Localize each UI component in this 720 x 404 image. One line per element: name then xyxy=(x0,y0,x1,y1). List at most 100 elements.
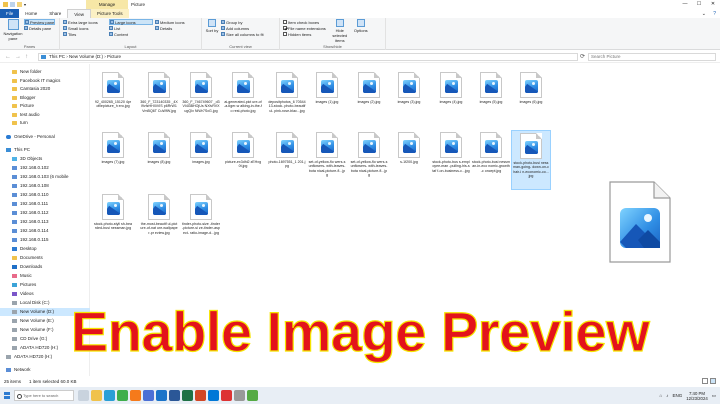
file-item[interactable]: images (2).jpg xyxy=(349,70,389,130)
file-item[interactable]: images (5).jpg xyxy=(471,70,511,130)
nav-item[interactable]: Camtasia 2020 xyxy=(0,85,90,93)
nav-item[interactable]: 3D Objects xyxy=(0,155,90,163)
tab-file[interactable]: File xyxy=(0,9,20,18)
expand-ribbon-icon[interactable]: ⌄ xyxy=(702,11,706,17)
file-item[interactable]: images (1).jpg xyxy=(307,70,347,130)
word-icon[interactable] xyxy=(169,390,180,401)
layout-details[interactable]: Details xyxy=(155,25,199,31)
file-item[interactable]: depositphotos_6 7054413-stock- photo-bea… xyxy=(267,70,307,130)
nav-item[interactable]: 192.168.0.112 xyxy=(0,209,90,217)
hidden-items-toggle[interactable]: Hidden items xyxy=(283,31,326,37)
file-item[interactable]: the-most-beautif ul-picture-of-nat ure-w… xyxy=(139,192,179,252)
volume-icon[interactable]: ♪ xyxy=(666,393,668,398)
file-item[interactable]: stock-photo-styli sh-bearded-busi nessma… xyxy=(93,192,133,252)
size-all-columns-button[interactable]: Size all columns to fit xyxy=(221,31,264,37)
nav-item[interactable]: Facebook IT magics xyxy=(0,77,90,85)
nav-item[interactable]: 192.168.0.108 xyxy=(0,182,90,190)
notifications-icon[interactable]: ▭ xyxy=(712,393,716,399)
nav-item[interactable]: Blogger xyxy=(0,94,90,102)
layout-tiles[interactable]: Tiles xyxy=(63,31,107,37)
file-item[interactable]: set-of-yellow-flo wers-sunflowers- with-… xyxy=(307,130,347,190)
nav-item[interactable]: 192.168.0.113 xyxy=(0,218,90,226)
app-icon[interactable] xyxy=(234,390,245,401)
nav-item[interactable]: Downloads xyxy=(0,263,90,271)
file-item[interactable]: 92_400265_15120 4profilepicture_h ero.jp… xyxy=(93,70,133,130)
nav-item[interactable]: Music xyxy=(0,272,90,280)
navigation-pane-button[interactable]: Navigation pane xyxy=(3,19,23,41)
file-item[interactable]: ai-generated-pict ure-of-a-tiger-w alkin… xyxy=(223,70,263,130)
file-item[interactable]: stock-photo-bus s-employee-man -pulling-… xyxy=(431,130,471,190)
search-input[interactable]: Search Picture xyxy=(588,53,716,61)
excel-icon[interactable] xyxy=(182,390,193,401)
app-icon[interactable] xyxy=(247,390,258,401)
nav-item[interactable]: New folder xyxy=(0,68,90,76)
file-item[interactable]: 360_F_723140335 _4Xl9vfzHHXiVIS p6RrW1Vm… xyxy=(139,70,179,130)
layout-content[interactable]: Content xyxy=(109,31,153,37)
nav-item[interactable]: Documents xyxy=(0,254,90,262)
sort-by-button[interactable]: Sort by xyxy=(205,19,219,37)
powerpoint-icon[interactable] xyxy=(195,390,206,401)
chevron-down-icon[interactable]: ▾ xyxy=(24,2,29,7)
properties-icon[interactable] xyxy=(10,2,15,7)
clock[interactable]: 7:40 PM 12/23/2024 xyxy=(686,391,708,401)
nav-item[interactable]: This PC xyxy=(0,146,90,154)
tab-view[interactable]: View xyxy=(67,8,91,19)
checkbox[interactable] xyxy=(283,20,287,24)
details-pane-button[interactable]: Details pane xyxy=(24,25,55,31)
file-item[interactable]: images (8).jpg xyxy=(139,130,179,190)
nav-item[interactable]: 192.168.0.111 xyxy=(0,200,90,208)
hide-selected-button[interactable]: Hide selected items xyxy=(330,19,350,43)
chrome-icon[interactable] xyxy=(117,390,128,401)
details-view-icon[interactable] xyxy=(702,378,708,384)
app-icon[interactable] xyxy=(221,390,232,401)
file-item[interactable]: stock-photo-busi nessman-going- down-on-… xyxy=(511,130,551,190)
checkbox[interactable] xyxy=(283,32,287,36)
help-icon[interactable]: ? xyxy=(713,11,716,17)
file-item[interactable]: tinder-photo-size -tinder-picture-si ze-… xyxy=(181,192,221,252)
forward-icon[interactable]: → xyxy=(15,54,21,60)
checkbox-checked[interactable] xyxy=(283,26,287,30)
nav-item[interactable]: 192.168.0.103 (6 mobile xyxy=(0,173,90,181)
file-explorer-icon[interactable] xyxy=(91,390,102,401)
file-item[interactable]: set-of-yellow-flo wers-sunflowers- with-… xyxy=(349,130,389,190)
file-item[interactable]: images (7).jpg xyxy=(93,130,133,190)
tab-picture-tools[interactable]: Picture Tools xyxy=(90,9,129,18)
address-field[interactable]: This PC › New Volume (D:) › Picture xyxy=(38,53,578,61)
taskbar-search[interactable]: Type here to search xyxy=(14,390,74,401)
start-button[interactable] xyxy=(0,387,14,404)
file-item[interactable]: picture-ex3dhi2 zEHxg0t.jpg xyxy=(223,130,263,190)
file-name-extensions-toggle[interactable]: File name extensions xyxy=(283,25,326,31)
file-item[interactable]: images.jpg xyxy=(181,130,221,190)
minimize-button[interactable]: — xyxy=(678,0,692,9)
manage-context-tab[interactable]: Manage xyxy=(86,0,128,9)
language-indicator[interactable]: ENG xyxy=(672,393,682,398)
file-item[interactable]: 360_F_746749607 _d3VI4l3BHOjUs NXlvRVXug… xyxy=(181,70,221,130)
up-icon[interactable]: ↑ xyxy=(25,54,28,60)
nav-item[interactable]: 192.168.0.102 xyxy=(0,164,90,172)
file-item[interactable]: images (4).jpg xyxy=(431,70,471,130)
edge-icon[interactable] xyxy=(104,390,115,401)
nav-item[interactable]: Desktop xyxy=(0,245,90,253)
options-button[interactable]: Options xyxy=(354,19,368,43)
back-icon[interactable]: ← xyxy=(5,54,11,60)
tab-home[interactable]: Home xyxy=(19,9,43,18)
nav-item[interactable]: Picture xyxy=(0,102,90,110)
nav-item[interactable]: turn xyxy=(0,119,90,127)
close-button[interactable]: ✕ xyxy=(706,0,720,9)
nav-item[interactable]: 192.168.0.115 xyxy=(0,236,90,244)
maximize-button[interactable]: ☐ xyxy=(692,0,706,9)
file-item[interactable]: photo-1697551_1 201.jpg xyxy=(267,130,307,190)
mail-icon[interactable] xyxy=(156,390,167,401)
nav-item[interactable]: 192.168.0.114 xyxy=(0,227,90,235)
file-item[interactable]: images (6).jpg xyxy=(511,70,551,130)
nav-item[interactable]: 192.168.0.110 xyxy=(0,191,90,199)
task-view-icon[interactable] xyxy=(78,390,89,401)
network-icon[interactable]: ⌂ xyxy=(659,393,662,398)
file-item[interactable]: s-1f200.jpg xyxy=(389,130,429,190)
large-icons-view-icon[interactable] xyxy=(710,378,716,384)
firefox-icon[interactable] xyxy=(130,390,141,401)
refresh-icon[interactable]: ⟳ xyxy=(580,53,585,60)
nav-item[interactable]: OneDrive - Personal xyxy=(0,133,90,141)
tab-share[interactable]: Share xyxy=(43,9,67,18)
file-item[interactable]: stock-photo-busi nessman-in-eco nomic-gr… xyxy=(471,130,511,190)
